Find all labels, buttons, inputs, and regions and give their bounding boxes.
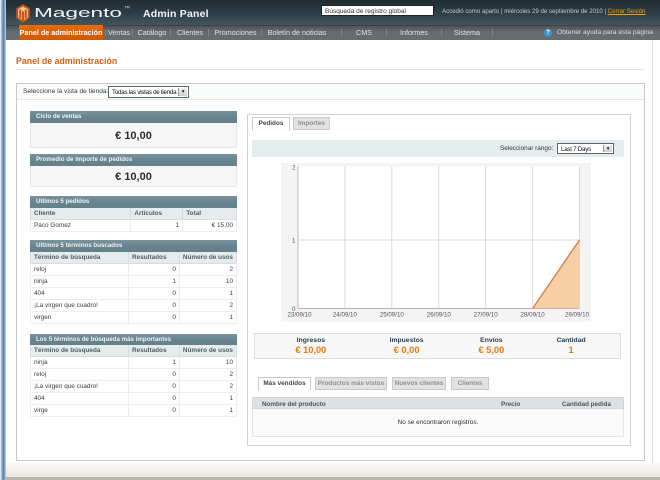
svg-text:23/09/10: 23/09/10 (287, 312, 312, 319)
svg-text:24/09/10: 24/09/10 (333, 312, 358, 319)
svg-text:27/09/10: 27/09/10 (474, 312, 499, 319)
svg-text:2: 2 (292, 165, 296, 172)
svg-text:25/09/10: 25/09/10 (380, 312, 405, 319)
svg-text:26/09/10: 26/09/10 (427, 312, 452, 319)
svg-text:Magento: Magento (34, 5, 122, 20)
svg-text:28/09/10: 28/09/10 (521, 312, 546, 319)
svg-text:29/09/10: 29/09/10 (565, 312, 590, 319)
svg-text:1: 1 (292, 238, 296, 245)
